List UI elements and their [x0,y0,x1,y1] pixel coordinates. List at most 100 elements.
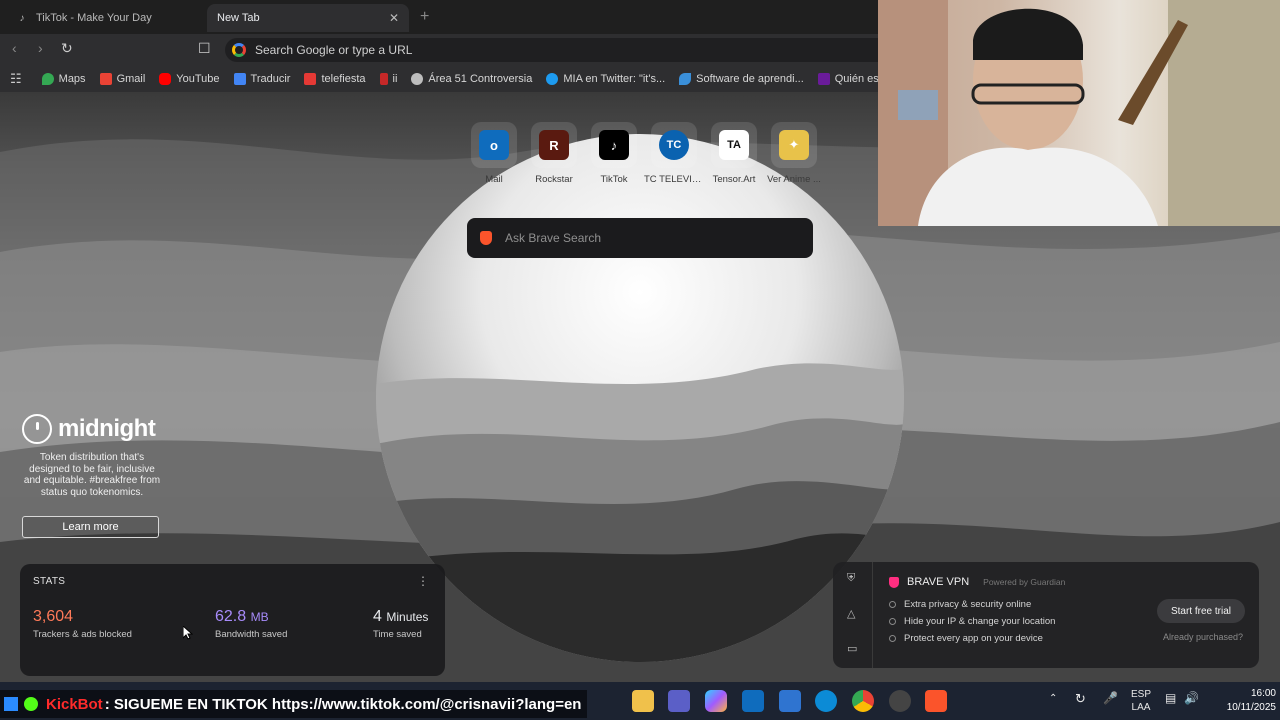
google-icon [232,43,246,57]
shortcut-label: Ver Anime ... [767,174,821,185]
file-explorer-icon[interactable] [632,690,654,712]
m-icon [817,73,830,85]
vpn-header: BRAVE VPN Powered by Guardian [889,576,1065,588]
tiktok-icon: ♪ [599,130,629,160]
bookmark-label: ii [392,73,398,85]
shortcut-tensor-art[interactable]: TA Tensor.Art [704,122,764,185]
shortcut-rockstar[interactable]: R Rockstar [524,122,584,185]
hero-circle [376,134,904,662]
bookmark-youtube[interactable]: YouTube [159,73,220,85]
copilot-icon[interactable] [705,690,727,712]
kick-chat-overlay: KickBot : SIGUEME EN TIKTOK https://www.… [0,690,588,718]
verified-badge-icon [24,697,38,711]
shortcut-mail[interactable]: o Mail [464,122,524,185]
card-icon[interactable]: ▭ [847,642,857,655]
back-arrow-icon[interactable]: ‹ [12,40,17,56]
bookmark-ii[interactable]: ii [379,73,398,85]
shortcut-tiktok[interactable]: ♪ TikTok [584,122,644,185]
stats-title: STATS [33,576,66,587]
shortcut-label: Tensor.Art [712,174,756,185]
bookmark-area51[interactable]: Área 51 Controversia [411,73,532,85]
bookmark-label: Traducir [250,73,291,85]
start-free-trial-button[interactable]: Start free trial [1157,599,1245,623]
shortcut-anime[interactable]: ✦ Ver Anime ... [764,122,824,185]
bookmark-traducir[interactable]: Traducir [233,73,291,85]
clock-date: 10/11/2025 [1226,702,1276,713]
shortcut-label: TikTok [600,174,628,185]
shortcut-label: TC TELEVISI... [644,174,704,185]
tab-tiktok[interactable]: ♪ TikTok - Make Your Day [6,4,206,32]
clock-time: 16:00 [1250,688,1276,699]
forward-arrow-icon[interactable]: › [38,40,43,56]
chrome-icon[interactable] [852,690,874,712]
tab-label: New Tab [217,12,260,24]
openai-icon [411,73,424,85]
tab-new-tab[interactable]: New Tab ✕ [207,4,409,32]
midnight-ring-icon [22,414,52,444]
list-item: Extra privacy & security online [889,596,1055,613]
apps-grid-icon[interactable]: ☷ [10,71,22,87]
trackers-value: 3,604 [33,608,74,625]
bandwidth-value: 62.8 [215,608,247,625]
obs-icon[interactable] [889,690,911,712]
more-vertical-icon[interactable]: ⋮ [417,574,429,588]
ad-text: Token distribution that's designed to be… [23,452,161,498]
learn-more-button[interactable]: Learn more [22,516,159,538]
bookmark-label: Gmail [116,73,146,85]
brave-search-input[interactable]: Ask Brave Search [467,218,813,258]
brave-vpn-widget: ⛨ △ ▭ BRAVE VPN Powered by Guardian Extr… [833,562,1259,668]
anime-icon: ✦ [779,130,809,160]
edge-icon[interactable] [815,690,837,712]
search-placeholder: Ask Brave Search [505,231,602,245]
check-circle-icon [889,618,896,625]
brave-icon[interactable] [925,690,947,712]
list-item: Protect every app on your device [889,630,1055,647]
bookmark-software[interactable]: Software de aprendi... [679,73,804,85]
feature-text: Extra privacy & security online [904,599,1032,610]
tensor-art-icon: TA [719,130,749,160]
chevron-up-icon[interactable]: ⌃ [1049,693,1057,704]
vpn-shield-icon[interactable]: ⛨ [847,572,855,585]
sync-icon[interactable]: ↻ [1075,691,1086,707]
midnight-logo: midnight [22,414,162,444]
reload-icon[interactable]: ↻ [61,40,73,57]
teams-icon[interactable] [668,690,690,712]
bookmark-gmail[interactable]: Gmail [99,73,146,85]
vpn-powered-by: Powered by Guardian [983,577,1066,587]
time-value: 4 [373,608,382,625]
microphone-icon[interactable]: 🎤 [1103,691,1118,705]
bookmark-maps[interactable]: Maps [41,73,86,85]
bookmark-twitter[interactable]: MIA en Twitter: "it's... [546,73,665,85]
stat-trackers: 3,604 Trackers & ads blocked [33,608,132,640]
stats-widget: STATS ⋮ 3,604 Trackers & ads blocked 62.… [20,564,445,676]
bookmark-label: YouTube [176,73,220,85]
twitter-icon [546,73,559,85]
bookmark-telefiesta[interactable]: telefiesta [304,73,366,85]
shortcut-tc[interactable]: TC TC TELEVISI... [644,122,704,185]
brave-lion-icon [480,231,492,245]
shortcut-label: Rockstar [535,174,573,185]
warning-triangle-icon[interactable]: △ [847,607,855,620]
outlook-icon[interactable] [742,690,764,712]
bookmark-icon[interactable]: ☐ [198,40,211,57]
already-purchased-link[interactable]: Already purchased? [1163,632,1243,642]
stat-bandwidth: 62.8 MB Bandwidth saved [215,608,287,640]
volume-icon[interactable]: 🔊 [1184,691,1199,705]
omnibox-placeholder: Search Google or type a URL [255,43,413,57]
language-indicator[interactable]: ESP LAA [1131,688,1151,714]
system-clock[interactable]: 16:00 10/11/2025 [1204,687,1276,715]
outlook-icon: o [479,130,509,160]
new-tab-plus-icon[interactable]: + [420,8,429,26]
bookmark-label: Área 51 Controversia [428,73,533,85]
close-icon[interactable]: ✕ [389,11,399,25]
kick-bot-name: KickBot [46,695,103,713]
webcam-overlay [878,0,1280,226]
bookmark-label: Maps [58,73,86,85]
keyboard-layout: LAA [1131,702,1151,713]
store-icon[interactable] [779,690,801,712]
rockstar-icon: R [539,130,569,160]
check-circle-icon [889,635,896,642]
translate-icon [233,73,246,85]
network-icon[interactable]: ▤ [1165,691,1176,705]
ad-brand: midnight [58,415,156,442]
